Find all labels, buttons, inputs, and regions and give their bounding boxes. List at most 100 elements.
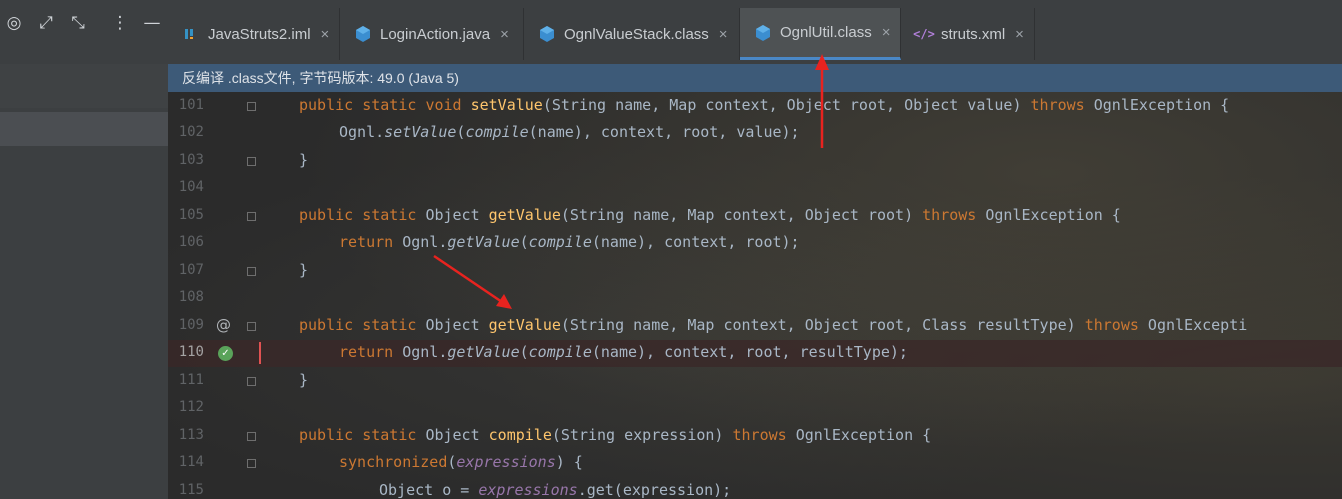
- method-call: getValue: [447, 233, 520, 251]
- code-line-101[interactable]: public static void setValue(String name,…: [299, 92, 1229, 119]
- code-line-106[interactable]: return Ognl.getValue(compile(name), cont…: [339, 229, 800, 256]
- line-number: 104: [178, 179, 204, 195]
- breakpoint-verified-icon[interactable]: ✓: [218, 346, 233, 361]
- module-file-icon: [182, 25, 200, 43]
- code-line-109[interactable]: public static Object getValue(String nam…: [299, 312, 1247, 339]
- tab-label: JavaStruts2.iml: [208, 25, 311, 43]
- method-call: setValue: [384, 123, 457, 141]
- close-tab-icon[interactable]: ×: [882, 24, 891, 41]
- keyword: throws: [1030, 96, 1085, 114]
- tab-ognlvaluestack-class[interactable]: OgnlValueStack.class ×: [524, 8, 740, 60]
- line-number: 103: [178, 152, 204, 168]
- decompiled-notice-banner: 反编译 .class文件, 字节码版本: 49.0 (Java 5): [168, 64, 1342, 92]
- keyword: throws: [1084, 316, 1139, 334]
- line-number: 113: [178, 427, 204, 443]
- close-tab-icon[interactable]: ×: [719, 26, 728, 43]
- line-number-current: 110: [178, 344, 204, 360]
- line-number: 109: [178, 317, 204, 333]
- code-line-103[interactable]: }: [299, 147, 308, 174]
- keyword: public: [299, 206, 354, 224]
- line-number: 111: [178, 372, 204, 388]
- code-text: Object: [425, 426, 489, 444]
- close-tab-icon[interactable]: ×: [500, 26, 509, 43]
- project-tree-row[interactable]: [0, 64, 168, 108]
- code-line-114[interactable]: synchronized(expressions) {: [339, 449, 583, 476]
- code-line-102[interactable]: Ognl.setValue(compile(name), context, ro…: [339, 119, 800, 146]
- method-name: setValue: [470, 96, 543, 114]
- code-text: OgnlException {: [1084, 96, 1230, 114]
- fold-end-icon[interactable]: [247, 157, 256, 166]
- hide-panel-icon[interactable]: —: [141, 12, 163, 34]
- expand-all-icon[interactable]: ⤢: [35, 12, 57, 34]
- tab-struts-xml[interactable]: </> struts.xml ×: [901, 8, 1035, 60]
- fold-icon[interactable]: [247, 322, 256, 331]
- code-line-113[interactable]: public static Object compile(String expr…: [299, 422, 931, 449]
- keyword: return: [339, 233, 394, 251]
- class-file-icon: [538, 25, 556, 43]
- code-text: Object: [425, 316, 489, 334]
- code-text: }: [299, 261, 309, 279]
- tab-label: struts.xml: [941, 25, 1006, 43]
- keyword: static: [362, 426, 417, 444]
- keyword: public: [299, 316, 354, 334]
- keyword: return: [339, 343, 394, 361]
- code-text: ) {: [555, 453, 583, 471]
- overrides-marker-icon[interactable]: @: [216, 316, 231, 334]
- tab-label: LoginAction.java: [380, 25, 491, 43]
- code-line-115[interactable]: Object o = expressions.get(expression);: [379, 477, 731, 499]
- code-text: .get(expression);: [577, 481, 732, 499]
- collapse-all-icon[interactable]: ⤡: [67, 12, 89, 34]
- code-line-110[interactable]: return Ognl.getValue(compile(name), cont…: [339, 339, 908, 366]
- line-number: 115: [178, 482, 204, 498]
- close-tab-icon[interactable]: ×: [1015, 26, 1024, 43]
- fold-end-icon[interactable]: [247, 377, 256, 386]
- options-menu-icon[interactable]: ⋮: [109, 12, 131, 34]
- keyword: void: [425, 96, 462, 114]
- method-name: getValue: [488, 316, 561, 334]
- code-text: Ognl.: [402, 233, 448, 251]
- code-line-111[interactable]: }: [299, 367, 308, 394]
- code-text: (: [519, 233, 529, 251]
- code-editor[interactable]: 101 102 103 104 105 106 107 108 109 110 …: [168, 92, 1342, 499]
- code-text: OgnlException {: [786, 426, 932, 444]
- line-number-gutter[interactable]: 101 102 103 104 105 106 107 108 109 110 …: [168, 92, 256, 499]
- code-line-105[interactable]: public static Object getValue(String nam…: [299, 202, 1121, 229]
- code-text: (String name, Map context, Object root, …: [560, 316, 1085, 334]
- tab-ognlutil-class[interactable]: OgnlUtil.class ×: [740, 8, 901, 60]
- code-text: (name), context, root);: [591, 233, 800, 251]
- method-call: compile: [465, 123, 529, 141]
- code-line-107[interactable]: }: [299, 257, 308, 284]
- keyword: static: [362, 316, 417, 334]
- keyword: throws: [732, 426, 787, 444]
- fold-icon[interactable]: [247, 102, 256, 111]
- code-text: (name), context, root, resultType);: [591, 343, 908, 361]
- fold-icon[interactable]: [247, 212, 256, 221]
- editor-tab-bar: JavaStruts2.iml × LoginAction.java × Ogn…: [168, 0, 1342, 64]
- tab-javastruts2-iml[interactable]: JavaStruts2.iml ×: [168, 8, 340, 60]
- tab-loginaction-java[interactable]: LoginAction.java ×: [340, 8, 524, 60]
- keyword: static: [362, 96, 417, 114]
- tab-label: OgnlValueStack.class: [564, 25, 709, 43]
- line-number: 102: [178, 124, 204, 140]
- fold-end-icon[interactable]: [247, 267, 256, 276]
- fold-icon[interactable]: [247, 432, 256, 441]
- method-call: getValue: [447, 343, 520, 361]
- method-call: compile: [528, 343, 592, 361]
- method-name: compile: [488, 426, 552, 444]
- close-tab-icon[interactable]: ×: [321, 26, 330, 43]
- project-tree-row-selected[interactable]: [0, 112, 168, 146]
- code-text: (name), context, root, value);: [528, 123, 800, 141]
- line-number: 112: [178, 399, 204, 415]
- code-text: Ognl.: [402, 343, 448, 361]
- code-text: Object o =: [379, 481, 479, 499]
- tab-label: OgnlUtil.class: [780, 24, 872, 41]
- field-name: expressions: [456, 453, 556, 471]
- line-number: 114: [178, 454, 204, 470]
- code-text: OgnlExcepti: [1138, 316, 1248, 334]
- xml-file-icon: </>: [913, 27, 935, 41]
- method-call: compile: [528, 233, 592, 251]
- fold-icon[interactable]: [247, 459, 256, 468]
- keyword: synchronized: [339, 453, 448, 471]
- line-number: 106: [178, 234, 204, 250]
- locate-target-icon[interactable]: ◎: [3, 12, 25, 34]
